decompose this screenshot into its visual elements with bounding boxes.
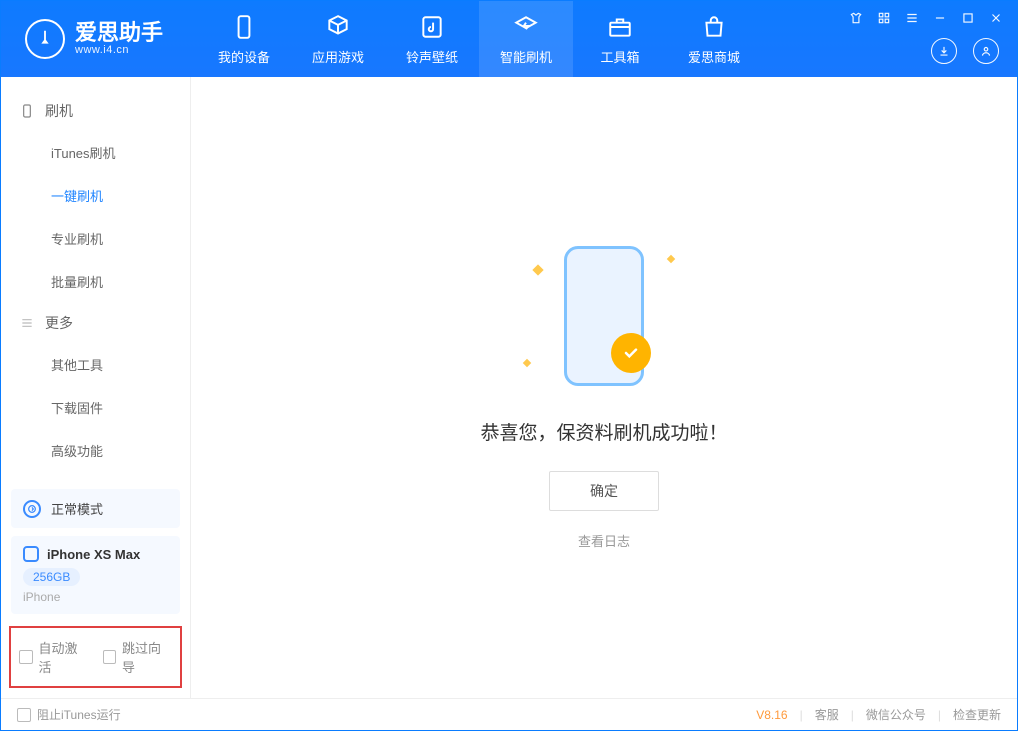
app-name: 爱思助手 — [75, 22, 163, 44]
app-logo-icon — [25, 19, 65, 59]
sidebar-item-pro-flash[interactable]: 专业刷机 — [1, 217, 190, 260]
nav-shop[interactable]: 爱思商城 — [667, 1, 761, 77]
sidebar-item-itunes-flash[interactable]: iTunes刷机 — [1, 131, 190, 174]
cube-icon — [324, 13, 352, 41]
sparkle-icon — [532, 264, 543, 275]
auto-activate-checkbox[interactable]: 自动激活 — [19, 638, 89, 676]
sidebar-group-more: 更多 — [1, 303, 190, 343]
status-link-update[interactable]: 检查更新 — [953, 706, 1001, 723]
nav-ringtones-wallpapers[interactable]: 铃声壁纸 — [385, 1, 479, 77]
mode-card[interactable]: 正常模式 — [11, 489, 180, 528]
sidebar-item-advanced[interactable]: 高级功能 — [1, 429, 190, 472]
nav-apps-games[interactable]: 应用游戏 — [291, 1, 385, 77]
skip-guide-checkbox[interactable]: 跳过向导 — [103, 638, 173, 676]
titlebar: 爱思助手 www.i4.cn 我的设备 应用游戏 铃声壁纸 智能刷机 — [1, 1, 1017, 77]
sidebar-item-other-tools[interactable]: 其他工具 — [1, 343, 190, 386]
options-highlighted-box: 自动激活 跳过向导 — [9, 626, 182, 688]
main-content: 恭喜您，保资料刷机成功啦！ 确定 查看日志 — [191, 77, 1017, 698]
device-name-label: iPhone XS Max — [47, 547, 140, 562]
window-controls — [849, 1, 1017, 77]
sidebar-item-download-firmware[interactable]: 下载固件 — [1, 386, 190, 429]
main-nav: 我的设备 应用游戏 铃声壁纸 智能刷机 工具箱 爱思商城 — [197, 1, 761, 77]
refresh-icon — [512, 13, 540, 41]
phone-illustration-icon — [564, 246, 644, 386]
device-type-label: iPhone — [23, 590, 168, 604]
device-storage-pill: 256GB — [23, 568, 80, 586]
checkbox-icon — [19, 650, 33, 664]
mode-indicator-icon — [23, 500, 41, 518]
app-window: 爱思助手 www.i4.cn 我的设备 应用游戏 铃声壁纸 智能刷机 — [0, 0, 1018, 731]
block-itunes-checkbox[interactable]: 阻止iTunes运行 — [17, 706, 121, 723]
version-label: V8.16 — [756, 708, 787, 722]
music-icon — [418, 13, 446, 41]
checkbox-icon — [103, 650, 117, 664]
sidebar-group-flash: 刷机 — [1, 91, 190, 131]
ok-button[interactable]: 确定 — [549, 471, 659, 511]
app-url: www.i4.cn — [75, 44, 163, 56]
list-icon — [19, 315, 35, 331]
mode-label: 正常模式 — [51, 499, 103, 518]
body-area: 刷机 iTunes刷机 一键刷机 专业刷机 批量刷机 更多 其他工具 下载固件 … — [1, 77, 1017, 698]
sidebar: 刷机 iTunes刷机 一键刷机 专业刷机 批量刷机 更多 其他工具 下载固件 … — [1, 77, 191, 698]
checkbox-icon — [17, 708, 31, 722]
maximize-icon[interactable] — [961, 11, 975, 28]
user-icon[interactable] — [973, 38, 999, 64]
shirt-icon[interactable] — [849, 11, 863, 28]
statusbar: 阻止iTunes运行 V8.16 | 客服 | 微信公众号 | 检查更新 — [1, 698, 1017, 730]
success-message: 恭喜您，保资料刷机成功啦！ — [480, 418, 727, 445]
nav-my-device[interactable]: 我的设备 — [197, 1, 291, 77]
view-log-link[interactable]: 查看日志 — [578, 531, 630, 550]
menu-icon[interactable] — [905, 11, 919, 28]
status-link-support[interactable]: 客服 — [815, 706, 839, 723]
phone-outline-icon — [19, 103, 35, 119]
shop-icon — [700, 13, 728, 41]
device-small-icon — [23, 546, 39, 562]
nav-toolbox[interactable]: 工具箱 — [573, 1, 667, 77]
success-illustration — [504, 226, 704, 406]
sparkle-icon — [667, 254, 675, 262]
sidebar-item-batch-flash[interactable]: 批量刷机 — [1, 260, 190, 303]
check-badge-icon — [611, 333, 651, 373]
status-link-wechat[interactable]: 微信公众号 — [866, 706, 926, 723]
nav-smart-flash[interactable]: 智能刷机 — [479, 1, 573, 77]
grid-icon[interactable] — [877, 11, 891, 28]
sparkle-icon — [523, 358, 531, 366]
download-icon[interactable] — [931, 38, 957, 64]
close-icon[interactable] — [989, 11, 1003, 28]
toolbox-icon — [606, 13, 634, 41]
device-card[interactable]: iPhone XS Max 256GB iPhone — [11, 536, 180, 614]
device-icon — [230, 13, 258, 41]
sidebar-item-one-click-flash[interactable]: 一键刷机 — [1, 174, 190, 217]
logo-block: 爱思助手 www.i4.cn — [1, 1, 187, 77]
minimize-icon[interactable] — [933, 11, 947, 28]
